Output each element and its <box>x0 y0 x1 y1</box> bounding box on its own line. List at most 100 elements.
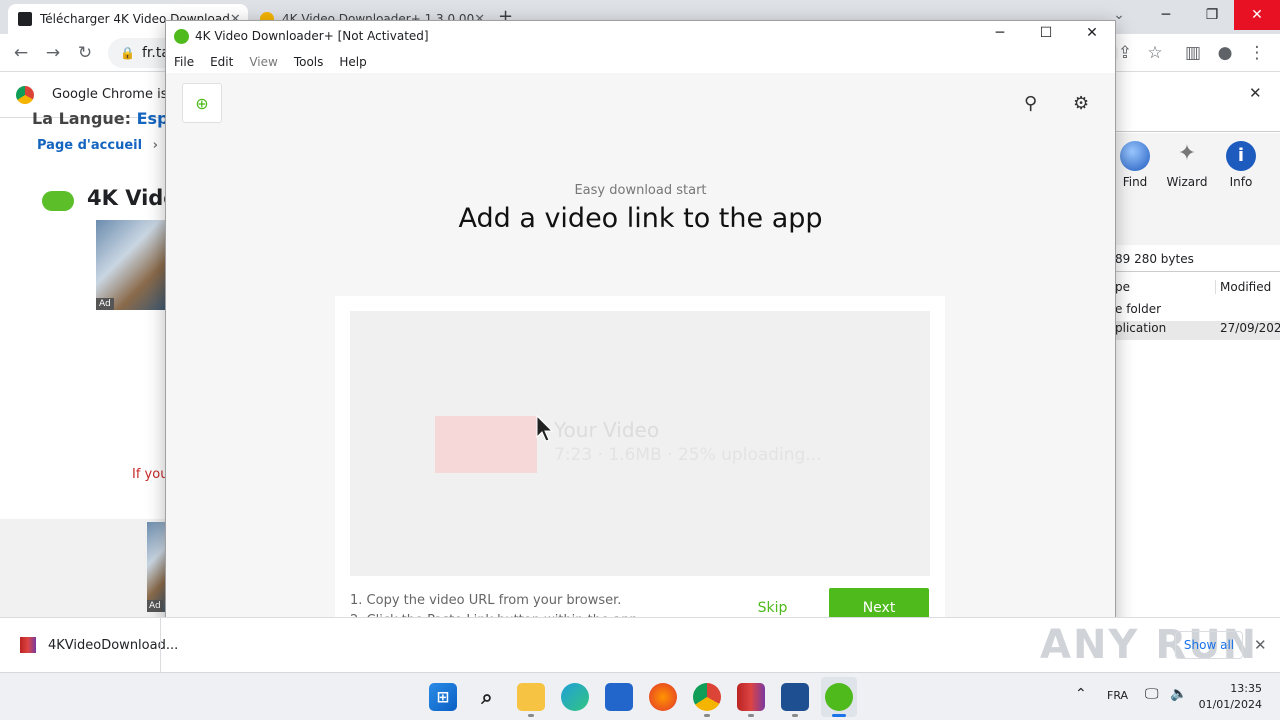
onboarding-card: Your Video 7:23 · 1.6MB · 25% uploading.… <box>335 296 945 640</box>
eyebrow-text: Easy download start <box>574 183 707 198</box>
archive-size-bar: 89 280 bytes <box>1115 252 1280 272</box>
profile-avatar-icon[interactable]: ● <box>1210 38 1240 68</box>
ad-badge: Ad <box>147 600 163 612</box>
infobar-message: Google Chrome isn <box>52 87 176 102</box>
archive-row[interactable]: e folder <box>1115 302 1280 321</box>
network-icon[interactable]: 🖵 <box>1145 686 1159 702</box>
chrome-logo-icon <box>16 86 34 104</box>
info-label: Info <box>1229 175 1253 189</box>
forward-icon[interactable]: → <box>38 38 68 68</box>
info-button[interactable]: i Info <box>1221 141 1261 189</box>
ad-image[interactable]: Ad <box>147 522 167 612</box>
find-icon <box>1120 141 1150 171</box>
row-type: plication <box>1115 321 1167 335</box>
app-window: 4K Video Downloader+ [Not Activated] ─ ☐… <box>165 20 1116 670</box>
clock-date: 01/01/2024 <box>1198 698 1262 711</box>
language-link[interactable]: Esp <box>137 109 169 128</box>
cloud-logo-icon <box>42 191 74 211</box>
running-indicator <box>704 714 710 717</box>
archive-row[interactable]: plication 27/09/2023 <box>1115 321 1280 340</box>
running-indicator <box>792 714 798 717</box>
app-title: 4K Video Downloader+ [Not Activated] <box>195 29 429 43</box>
archive-header: ✕ <box>1115 72 1280 132</box>
reload-icon[interactable]: ↻ <box>70 38 100 68</box>
language-row: La Langue: Esp <box>32 109 169 128</box>
ad-badge: Ad <box>96 298 114 310</box>
archive-column-headers: pe Modified <box>1115 280 1280 300</box>
column-type[interactable]: pe <box>1115 280 1130 294</box>
ad-image[interactable]: Ad <box>96 220 166 310</box>
bookmark-star-icon[interactable]: ☆ <box>1140 38 1170 68</box>
close-icon[interactable]: ✕ <box>1254 636 1267 654</box>
close-icon[interactable]: ✕ <box>1249 84 1262 102</box>
minimize-icon[interactable]: ─ <box>1143 0 1189 30</box>
divider <box>160 618 161 673</box>
paste-link-button[interactable]: ⊕ <box>182 83 222 123</box>
menu-kebab-icon[interactable]: ⋮ <box>1242 38 1272 68</box>
maximize-icon[interactable]: ☐ <box>1028 25 1064 41</box>
instruction-step: 1. Copy the video URL from your browser. <box>350 593 622 608</box>
restore-icon[interactable]: ❐ <box>1189 0 1235 30</box>
breadcrumb-home[interactable]: Page d'accueil <box>37 138 142 153</box>
breadcrumb: Page d'accueil › W <box>37 138 183 153</box>
store-icon[interactable] <box>605 683 633 711</box>
menu-file[interactable]: File <box>166 51 202 73</box>
file-explorer-icon[interactable] <box>517 683 545 711</box>
side-panel-icon[interactable]: ▥ <box>1178 38 1208 68</box>
app-titlebar: 4K Video Downloader+ [Not Activated] ─ ☐… <box>166 21 1115 51</box>
archive-toolbar: Find ✦ Wizard i Info <box>1115 133 1280 245</box>
menu-help[interactable]: Help <box>331 51 374 73</box>
show-all-button[interactable]: Show all <box>1175 631 1243 659</box>
info-icon: i <box>1226 141 1256 171</box>
download-shelf: 4KVideoDownload... ANY RUN Show all ✕ <box>0 617 1280 673</box>
firefox-icon[interactable] <box>649 683 677 711</box>
column-modified[interactable]: Modified <box>1215 280 1271 294</box>
menu-tools[interactable]: Tools <box>286 51 332 73</box>
app-logo-icon <box>174 28 189 44</box>
settings-gear-icon[interactable]: ⚙ <box>1073 93 1089 114</box>
archive-size: 89 280 bytes <box>1115 252 1194 266</box>
site-favicon-icon <box>18 12 32 26</box>
archive-window: ✕ Find ✦ Wizard i Info 89 280 bytes pe M… <box>1115 72 1280 617</box>
find-button[interactable]: Find <box>1115 141 1155 189</box>
lock-icon: 🔒 <box>120 46 135 60</box>
menu-edit[interactable]: Edit <box>202 51 241 73</box>
running-indicator <box>748 714 754 717</box>
preview-video-title: Your Video <box>554 418 660 442</box>
search-icon[interactable]: ⌕ <box>473 683 501 711</box>
smart-mode-icon[interactable]: ⚲ <box>1024 93 1037 114</box>
edge-icon[interactable] <box>561 683 589 711</box>
clock[interactable]: 13:35 01/01/2024 <box>1196 681 1262 713</box>
close-window-button[interactable]: ✕ <box>1234 0 1280 30</box>
winrar-icon[interactable] <box>737 683 765 711</box>
language-indicator[interactable]: FRA <box>1107 689 1128 702</box>
paste-link-icon: ⊕ <box>195 93 209 113</box>
product-title: 4K Vide <box>87 186 178 210</box>
close-icon[interactable]: ✕ <box>1074 25 1110 41</box>
warning-text: If you <box>132 467 169 482</box>
app-menubar: File Edit View Tools Help <box>166 51 1115 73</box>
page-heading: Add a video link to the app <box>458 203 823 234</box>
taskbar: ⊞ ⌕ ⌃ FRA 🖵 🔈 13:35 01/01/2024 <box>0 672 1280 720</box>
windows-start-icon[interactable]: ⊞ <box>429 683 457 711</box>
row-modified: 27/09/2023 <box>1220 321 1280 335</box>
language-label: La Langue: <box>32 109 132 128</box>
active-indicator <box>832 714 846 717</box>
4k-downloader-taskbar-icon[interactable] <box>825 683 853 711</box>
archive-file-icon <box>20 637 36 653</box>
task-manager-icon[interactable] <box>781 683 809 711</box>
wizard-icon: ✦ <box>1177 141 1197 166</box>
menu-view[interactable]: View <box>241 51 285 73</box>
minimize-icon[interactable]: ─ <box>982 25 1018 41</box>
find-label: Find <box>1122 175 1148 189</box>
volume-icon[interactable]: 🔈 <box>1170 686 1187 702</box>
wizard-label: Wizard <box>1166 175 1208 189</box>
tray-chevron-icon[interactable]: ⌃ <box>1075 686 1087 702</box>
row-type: e folder <box>1115 302 1162 316</box>
back-icon[interactable]: ← <box>6 38 36 68</box>
preview-video-meta: 7:23 · 1.6MB · 25% uploading... <box>554 445 822 465</box>
breadcrumb-separator: › <box>152 138 158 153</box>
download-item[interactable]: 4KVideoDownload... <box>48 638 178 653</box>
wizard-button[interactable]: ✦ Wizard <box>1165 141 1209 189</box>
chrome-icon[interactable] <box>693 683 721 711</box>
